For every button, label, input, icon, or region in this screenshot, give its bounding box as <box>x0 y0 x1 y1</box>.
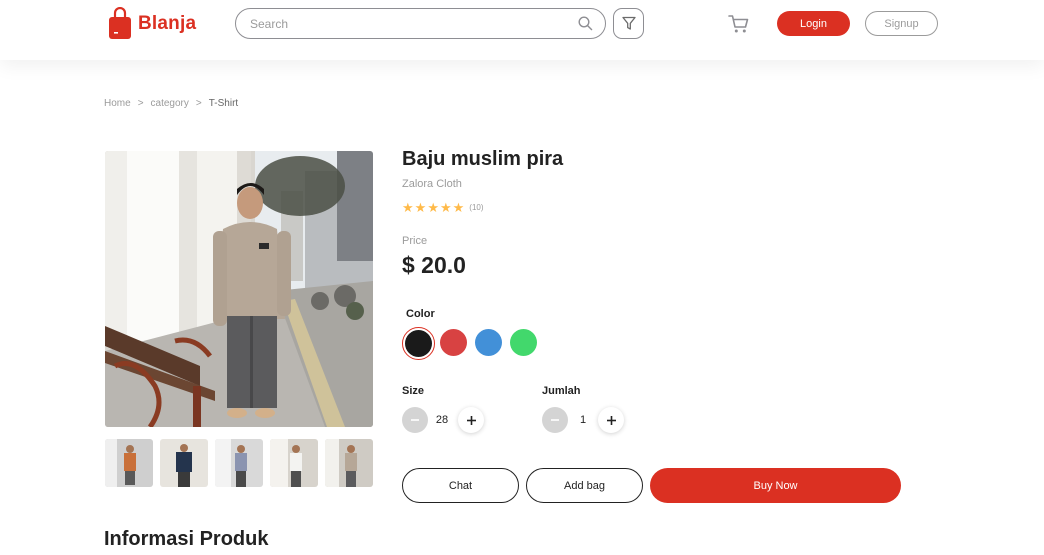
color-swatch-green[interactable] <box>510 329 537 356</box>
top-navbar: Blanja Login Signup <box>0 0 1044 60</box>
shopping-bag-logo-icon <box>109 7 131 39</box>
color-swatch-blue[interactable] <box>475 329 502 356</box>
product-title: Baju muslim pira <box>402 148 564 170</box>
breadcrumb-separator: > <box>137 98 144 109</box>
cart-icon <box>728 15 749 33</box>
color-label: Color <box>406 308 435 320</box>
thumbnail[interactable] <box>105 439 153 487</box>
signup-button[interactable]: Signup <box>865 11 938 36</box>
thumbnail-strip <box>105 439 373 487</box>
color-swatch-red[interactable] <box>440 329 467 356</box>
add-bag-button[interactable]: Add bag <box>526 468 643 503</box>
star-icon: ★ <box>402 200 414 215</box>
chat-button[interactable]: Chat <box>402 468 519 503</box>
rating-count: (10) <box>469 203 484 212</box>
quantity-label: Jumlah <box>542 385 581 397</box>
thumbnail[interactable] <box>215 439 263 487</box>
login-button[interactable]: Login <box>777 11 850 36</box>
star-icon: ★ <box>439 200 452 215</box>
plus-icon <box>606 415 616 425</box>
minus-icon <box>551 419 559 421</box>
breadcrumb-current: T-Shirt <box>208 98 239 109</box>
star-icon: ★ <box>427 200 439 215</box>
size-decrease-button[interactable] <box>402 407 428 433</box>
price-label: Price <box>402 235 428 247</box>
size-label: Size <box>402 385 425 397</box>
filter-icon <box>621 16 636 30</box>
size-value: 28 <box>435 414 449 426</box>
filter-button[interactable] <box>613 8 644 39</box>
minus-icon <box>411 419 419 421</box>
thumbnail[interactable] <box>325 439 373 487</box>
search-bar[interactable] <box>235 8 606 39</box>
size-increase-button[interactable] <box>458 407 484 433</box>
quantity-value: 1 <box>579 414 587 426</box>
thumbnail[interactable] <box>160 439 208 487</box>
star-icon: ★ <box>414 200 427 215</box>
quantity-decrease-button[interactable] <box>542 407 568 433</box>
breadcrumb-separator: > <box>195 98 202 109</box>
section-title-product-info: Informasi Produk <box>104 528 269 550</box>
product-rating: ★ ★ ★ ★ ★ (10) <box>402 201 484 214</box>
cart-button[interactable] <box>728 14 750 39</box>
brand-name: Blanja <box>138 12 197 34</box>
star-icon: ★ <box>452 200 465 215</box>
quantity-increase-button[interactable] <box>598 407 624 433</box>
plus-icon <box>466 415 476 425</box>
color-swatch-black[interactable] <box>405 330 432 357</box>
buy-now-button[interactable]: Buy Now <box>650 468 901 503</box>
breadcrumb-category[interactable]: category <box>151 98 189 109</box>
brand-logo[interactable]: Blanja <box>108 7 196 40</box>
product-store[interactable]: Zalora Cloth <box>402 178 462 190</box>
breadcrumb: Home > category > T-Shirt <box>104 98 238 109</box>
product-main-image <box>105 151 373 427</box>
search-input[interactable] <box>250 16 578 31</box>
breadcrumb-home[interactable]: Home <box>104 98 131 109</box>
price-value: $ 20.0 <box>402 252 466 278</box>
search-icon[interactable] <box>578 16 593 31</box>
thumbnail[interactable] <box>270 439 318 487</box>
